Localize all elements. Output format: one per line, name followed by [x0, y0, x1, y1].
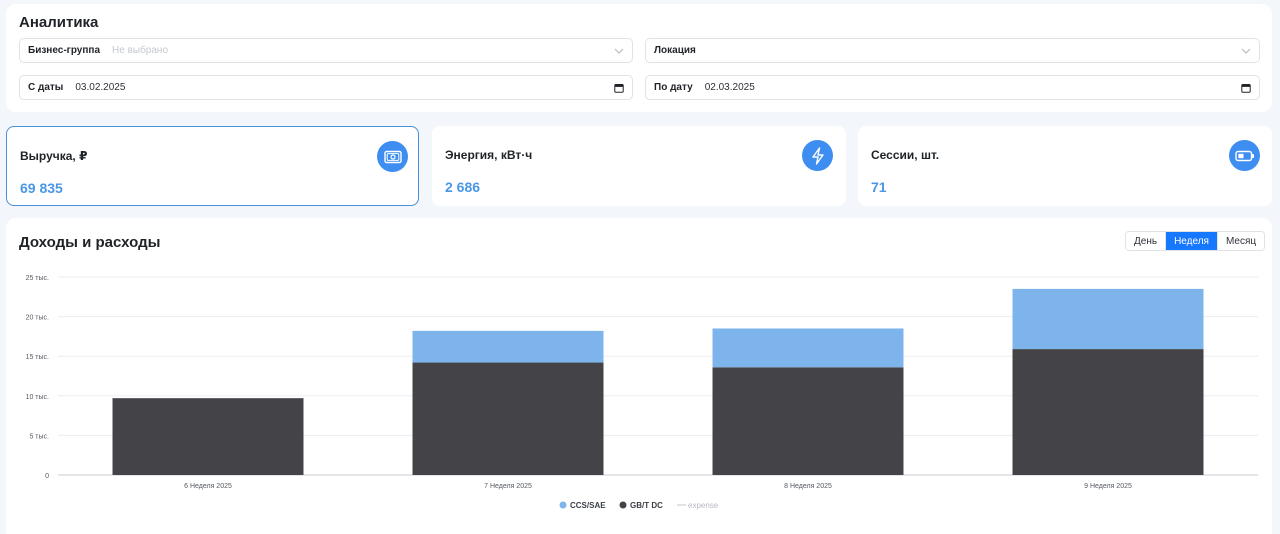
bar-ccs-sae [412, 330, 604, 363]
bar-gb-t-dc [412, 362, 604, 475]
location-label: Локация [654, 45, 696, 56]
lightning-icon [802, 140, 833, 171]
energy-card[interactable]: Энергия, кВт·ч 2 686 [432, 126, 846, 206]
business-group-select[interactable]: Бизнес-группа Не выбрано [19, 38, 633, 63]
date-from-label: С даты [28, 82, 64, 93]
date-to-label: По дату [654, 82, 693, 93]
chevron-down-icon [1241, 48, 1251, 54]
y-tick-label: 5 тыс. [29, 433, 49, 440]
business-group-placeholder: Не выбрано [112, 45, 169, 56]
date-to-value: 02.03.2025 [704, 82, 755, 93]
legend-label: GB/T DC [630, 501, 663, 510]
x-tick-label: 7 Неделя 2025 [484, 483, 532, 490]
revenue-card-value: 69 835 [20, 180, 63, 196]
x-tick-label: 6 Неделя 2025 [184, 483, 232, 490]
legend-marker [559, 501, 567, 509]
calendar-icon[interactable] [1241, 83, 1251, 93]
revenue-card[interactable]: Выручка, ₽ 69 835 [6, 126, 419, 206]
date-to-field[interactable]: По дату 02.03.2025 [645, 75, 1260, 100]
calendar-icon[interactable] [614, 83, 624, 93]
date-from-field[interactable]: С даты 03.02.2025 [19, 75, 633, 100]
money-icon [377, 141, 408, 172]
bar-gb-t-dc [1012, 349, 1204, 475]
legend-marker [619, 501, 627, 509]
date-from-value: 03.02.2025 [75, 82, 126, 93]
y-tick-label: 25 тыс. [26, 275, 49, 282]
location-select[interactable]: Локация [645, 38, 1260, 63]
x-tick-label: 9 Неделя 2025 [1084, 483, 1132, 490]
income-expense-panel: Доходы и расходы День Неделя Месяц 05 ты… [6, 218, 1272, 534]
bar-gb-t-dc [112, 398, 304, 475]
x-tick-label: 8 Неделя 2025 [784, 483, 832, 490]
sessions-card[interactable]: Сессии, шт. 71 [858, 126, 1272, 206]
battery-icon [1229, 140, 1260, 171]
energy-card-title: Энергия, кВт·ч [445, 148, 533, 162]
y-tick-label: 20 тыс. [26, 315, 49, 322]
sessions-card-value: 71 [871, 179, 887, 195]
bar-gb-t-dc [712, 367, 904, 475]
chevron-down-icon [614, 48, 624, 54]
y-tick-label: 0 [45, 473, 49, 480]
y-tick-label: 15 тыс. [26, 354, 49, 361]
energy-card-value: 2 686 [445, 179, 481, 195]
sessions-card-title: Сессии, шт. [871, 148, 940, 162]
revenue-card-title: Выручка, ₽ [20, 149, 88, 163]
legend-label: CCS/SAE [570, 501, 606, 510]
legend-label: expense [688, 501, 719, 510]
bar-ccs-sae [1012, 288, 1204, 350]
business-group-label: Бизнес-группа [28, 45, 101, 56]
filters-panel: Аналитика Бизнес-группа Не выбрано Локац… [6, 4, 1272, 112]
stacked-bar-chart: 0 5 тыс. 10 тыс. 15 тыс. 20 тыс. 25 тыс. 6 Нед… [26, 275, 1258, 510]
bar-ccs-sae [712, 328, 904, 368]
page-title: Аналитика [19, 14, 99, 31]
y-tick-label: 10 тыс. [26, 394, 49, 401]
